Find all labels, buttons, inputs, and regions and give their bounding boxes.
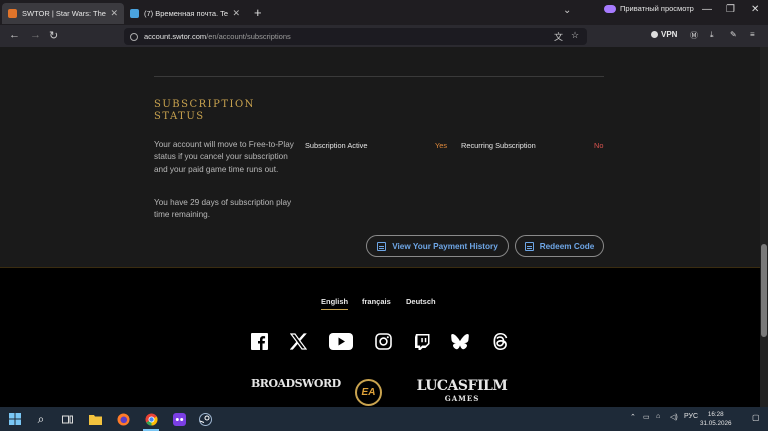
tab-swtor[interactable]: SWTOR | Star Wars: The Old Re ✕ xyxy=(2,3,124,24)
volume-icon[interactable]: ◁) xyxy=(670,413,678,421)
extension-icon[interactable]: ✎ xyxy=(730,30,737,39)
lucasfilm-games-logo[interactable]: LUCASFILM GAMES xyxy=(416,378,508,404)
display-icon[interactable]: ▭ xyxy=(643,413,650,421)
minimize-icon[interactable]: — xyxy=(702,4,712,15)
recurring-subscription-label: Recurring Subscription xyxy=(461,141,536,150)
twitch-icon[interactable] xyxy=(413,332,431,350)
restore-icon[interactable]: ❐ xyxy=(726,4,735,15)
vpn-button[interactable]: VPN xyxy=(651,30,677,39)
view-payment-history-button[interactable]: View Your Payment History xyxy=(366,235,509,257)
private-browser-icon[interactable] xyxy=(171,411,187,427)
recurring-subscription-value: No xyxy=(594,141,604,150)
input-language[interactable]: РУС xyxy=(684,413,698,420)
windows-taskbar: ⌕ ⌃ ▭ ⌂ ◁) РУС 16:28 31.05.2026 ▢ xyxy=(0,407,768,431)
youtube-icon[interactable] xyxy=(329,332,353,350)
swtor-favicon-icon xyxy=(8,9,17,18)
address-bar[interactable]: account.swtor.com/en/account/subscriptio… xyxy=(124,28,587,45)
facebook-icon[interactable] xyxy=(250,332,268,350)
screen: SWTOR | Star Wars: The Old Re ✕ (7) Врем… xyxy=(0,0,768,431)
private-browsing-indicator: Приватный просмотр xyxy=(604,4,694,13)
threads-icon[interactable] xyxy=(491,332,509,350)
forward-icon[interactable]: → xyxy=(30,29,41,41)
tab-temp-mail[interactable]: (7) Временная почта. Temp em ✕ xyxy=(124,3,246,24)
receipt-icon xyxy=(377,241,387,251)
new-tab-icon[interactable]: + xyxy=(254,5,262,20)
temp-mail-favicon-icon xyxy=(130,9,139,18)
bookmark-star-icon[interactable]: ☆ xyxy=(571,30,579,41)
divider xyxy=(154,76,604,77)
task-view-icon[interactable] xyxy=(59,411,75,427)
firefox-icon[interactable] xyxy=(115,411,131,427)
taskbar-clock[interactable]: 16:28 31.05.2026 xyxy=(700,410,732,428)
language-english[interactable]: English xyxy=(321,297,349,310)
notifications-icon[interactable]: ▢ xyxy=(752,413,760,422)
redeem-code-button[interactable]: Redeem Code xyxy=(515,235,604,257)
page-content: SUBSCRIPTION STATUS Your account will mo… xyxy=(0,47,760,407)
broadsword-logo[interactable]: BROADSWORD xyxy=(251,377,341,390)
tray-chevron-icon[interactable]: ⌃ xyxy=(630,413,636,421)
bluesky-icon[interactable] xyxy=(451,332,469,350)
translate-icon[interactable]: 文 xyxy=(554,30,563,43)
ea-logo[interactable]: EA xyxy=(355,379,382,406)
network-icon[interactable]: ⌂ xyxy=(656,413,660,420)
search-icon[interactable]: ⌕ xyxy=(33,411,49,427)
download-icon[interactable]: ⤓ xyxy=(710,30,714,40)
clock-date: 31.05.2026 xyxy=(700,420,732,427)
site-footer: English français Deutsch BROADSWORD EA L… xyxy=(0,267,760,407)
windows-start-icon[interactable] xyxy=(7,411,23,427)
tab-title: SWTOR | Star Wars: The Old Re xyxy=(22,9,106,18)
url-text: account.swtor.com/en/account/subscriptio… xyxy=(144,32,291,41)
subscription-active-value: Yes xyxy=(435,141,448,150)
free-to-play-note: Your account will move to Free-to-Play s… xyxy=(154,140,294,174)
file-explorer-icon[interactable] xyxy=(87,411,103,427)
back-icon[interactable]: ← xyxy=(9,29,20,41)
browser-toolbar: ← → ↻ account.swtor.com/en/account/subsc… xyxy=(0,25,768,47)
close-tab-icon[interactable]: ✕ xyxy=(232,8,240,19)
browser-tab-bar: SWTOR | Star Wars: The Old Re ✕ (7) Врем… xyxy=(0,0,768,25)
close-tab-icon[interactable]: ✕ xyxy=(110,8,118,19)
close-window-icon[interactable]: ✕ xyxy=(751,4,759,15)
private-browsing-label: Приватный просмотр xyxy=(620,4,694,13)
subscription-status-title: SUBSCRIPTION STATUS xyxy=(154,99,255,122)
days-remaining-note: You have 29 days of subscription play ti… xyxy=(154,198,292,220)
language-french[interactable]: français xyxy=(362,297,391,306)
code-icon xyxy=(524,241,534,251)
lucasfilm-wordmark: LUCASFILM xyxy=(416,378,508,394)
vpn-icon xyxy=(651,31,658,38)
site-info-icon[interactable] xyxy=(130,32,138,41)
steam-icon[interactable] xyxy=(197,411,213,427)
private-mask-icon xyxy=(604,4,616,13)
page-scrollbar[interactable] xyxy=(760,47,768,407)
scrollbar-thumb[interactable] xyxy=(761,244,767,337)
subscription-active-label: Subscription Active xyxy=(305,141,368,150)
clock-time: 16:28 xyxy=(707,411,724,418)
reload-icon[interactable]: ↻ xyxy=(49,29,58,42)
tab-title: (7) Временная почта. Temp em xyxy=(144,9,229,18)
chrome-icon[interactable] xyxy=(143,411,159,427)
language-german[interactable]: Deutsch xyxy=(406,297,436,306)
instagram-icon[interactable] xyxy=(374,332,392,350)
games-wordmark: GAMES xyxy=(444,394,480,403)
x-icon[interactable] xyxy=(289,332,307,350)
menu-icon[interactable]: ≡ xyxy=(750,30,755,39)
extension-m-icon[interactable]: Ⓜ xyxy=(690,30,698,41)
tab-list-chevron-icon[interactable]: ⌄ xyxy=(563,5,571,16)
